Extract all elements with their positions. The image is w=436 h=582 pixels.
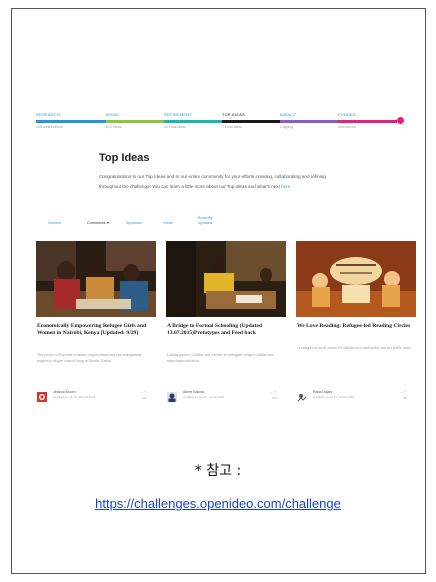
phase-label: REFINEMENT xyxy=(164,112,192,117)
idea-card[interactable]: We Love Reading: Refugee-led Reading Cir… xyxy=(296,241,416,403)
phase-refinement[interactable]: REFINEMENT 20 Final Ideas xyxy=(164,112,222,136)
phase-impact[interactable]: IMPACT Ongoing xyxy=(280,112,338,136)
idea-title[interactable]: We Love Reading: Refugee-led Reading Cir… xyxy=(297,323,415,330)
page-title: Top Ideas xyxy=(99,152,150,164)
phase-sub: 20 Final Ideas xyxy=(164,125,186,129)
idea-photo[interactable] xyxy=(296,241,416,317)
avatar[interactable] xyxy=(167,389,177,402)
intro-text: Congratulations to our Top Ideas and to … xyxy=(99,174,326,189)
note-label: * 참고 : xyxy=(194,463,242,479)
author-name[interactable]: Albert Sakina xyxy=(183,390,204,394)
phase-sub: 572 Ideas xyxy=(106,125,122,129)
idea-footer: Albert Sakina Updated on 07:12, Jul 22 2… xyxy=(167,389,285,403)
phase-sub: Ongoing xyxy=(280,125,294,129)
phase-funded[interactable]: FUNDED Announced xyxy=(338,112,397,136)
phase-bar xyxy=(164,120,222,123)
caret-down-icon xyxy=(107,222,110,224)
author-name[interactable]: Rana Dajani xyxy=(313,390,332,394)
phase-bar xyxy=(280,120,338,123)
updated-time: Updated on 11:18, Mar 29 2015 xyxy=(53,395,96,399)
filter-comments[interactable]: Comments xyxy=(87,221,110,226)
comment-heart-icons[interactable]: ◌ ♡ xyxy=(400,390,407,395)
phase-label: TOP IDEAS xyxy=(222,112,245,117)
phase-bar xyxy=(338,120,397,123)
idea-card[interactable]: A Bridge to Formal Schooling (Updated 13… xyxy=(166,241,286,403)
idea-photo[interactable] xyxy=(36,241,156,317)
applause-count: 146 xyxy=(271,396,277,400)
source-link[interactable]: https://challenges.openideo.com/challeng… xyxy=(0,496,436,511)
avatar[interactable] xyxy=(297,389,307,402)
phase-research[interactable]: RESEARCH 448 contributions xyxy=(36,112,106,136)
applause-count: 347 xyxy=(141,396,147,400)
author-name[interactable]: Jessica Brown xyxy=(53,390,76,394)
phase-top-ideas[interactable]: TOP IDEAS 7 Final Ideas xyxy=(222,112,280,136)
idea-description: Creating local small centres for childre… xyxy=(297,346,412,350)
filter-newest[interactable]: Newest xyxy=(48,221,61,226)
applause-count: 88 xyxy=(403,396,407,400)
idea-title[interactable]: Economically Empowering Refugee Girls an… xyxy=(37,323,155,337)
phase-end-dot-icon xyxy=(397,117,404,124)
idea-photo[interactable] xyxy=(166,241,286,317)
idea-card[interactable]: Economically Empowering Refugee Girls an… xyxy=(36,241,156,403)
comment-heart-icons[interactable]: ◌ ♡ xyxy=(270,390,277,395)
comment-heart-icons[interactable]: ◌ ♡ xyxy=(140,390,147,395)
idea-footer: Jessica Brown Updated on 11:18, Mar 29 2… xyxy=(37,389,155,403)
idea-description: Linking parents, children, and teachers … xyxy=(167,353,274,363)
phase-sub: Announced xyxy=(338,125,356,129)
filter-comments-label: Comments xyxy=(87,221,106,225)
updated-time: Updated on 12:33, Jul 23 2015 xyxy=(313,395,355,399)
intro-paragraph: Congratulations to our Top Ideas and to … xyxy=(99,172,341,192)
idea-footer: Rana Dajani Updated on 12:33, Jul 23 201… xyxy=(297,389,415,403)
phase-label: RESEARCH xyxy=(36,112,60,117)
challenge-phase-bar: RESEARCH 448 contributions IDEAS 572 Ide… xyxy=(36,112,404,136)
phase-bar xyxy=(222,120,280,123)
phase-bar xyxy=(106,120,164,123)
idea-description: This project will provide economic empow… xyxy=(37,353,142,363)
phase-label: IDEAS xyxy=(106,112,120,117)
filter-applause[interactable]: Applause xyxy=(126,221,142,226)
phase-sub: 7 Final Ideas xyxy=(222,125,243,129)
intro-here-link[interactable]: here xyxy=(281,184,290,189)
filter-views[interactable]: Views xyxy=(163,221,173,226)
avatar[interactable] xyxy=(37,389,47,402)
phase-bar xyxy=(36,120,106,123)
sort-filter-bar: Newest Comments Applause Views Recently … xyxy=(48,214,398,234)
phase-label: IMPACT xyxy=(280,112,297,117)
phase-label: FUNDED xyxy=(338,112,356,117)
phase-ideas[interactable]: IDEAS 572 Ideas xyxy=(106,112,164,136)
idea-title[interactable]: A Bridge to Formal Schooling (Updated 13… xyxy=(167,323,285,337)
filter-recently-updated[interactable]: Recently updated xyxy=(192,216,218,226)
phase-sub: 448 contributions xyxy=(36,125,63,129)
updated-time: Updated on 07:12, Jul 22 2015 xyxy=(183,395,225,399)
